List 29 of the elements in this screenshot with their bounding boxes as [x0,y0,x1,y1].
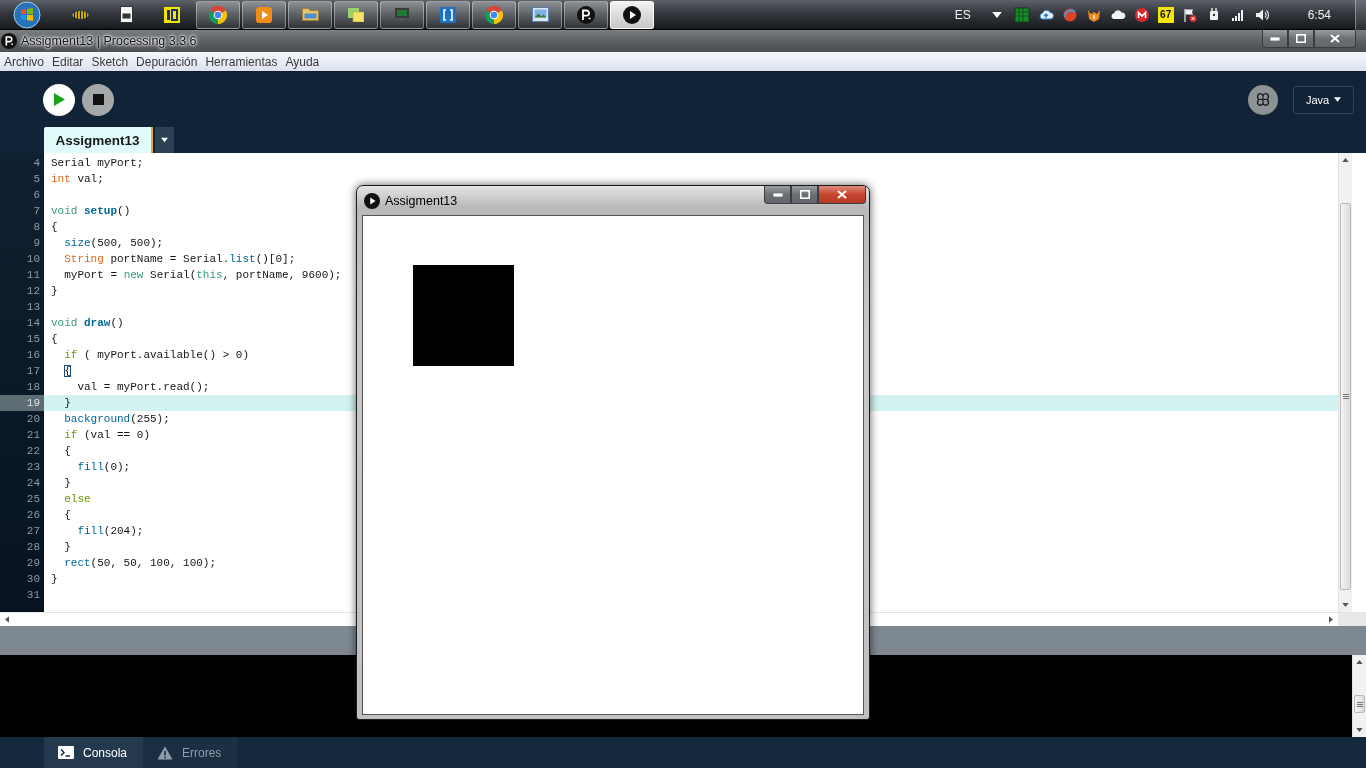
line-number: 25 [25,492,41,507]
line-number: 26 [25,508,41,523]
line-number: 5 [32,172,41,187]
line-number: 4 [32,156,41,171]
line-number: 8 [32,220,41,235]
line-number: 9 [32,236,41,251]
line-number: 17 [25,364,41,379]
line-number: 30 [25,572,41,587]
line-number: 24 [25,476,41,491]
line-number: 20 [25,412,41,427]
line-number: 21 [25,428,41,443]
window-title: Assigment13 | Processing 3.3.6 [21,34,197,48]
line-number: 7 [32,204,41,219]
line-number: 10 [25,252,41,267]
line-number: 12 [25,284,41,299]
line-number: 13 [25,300,41,315]
line-number: 28 [25,540,41,555]
line-number: 16 [25,348,41,363]
line-number: 15 [25,332,41,347]
line-number: 19 [0,395,44,411]
line-number: 22 [25,444,41,459]
line-number: 29 [25,556,41,571]
line-number: 14 [25,316,41,331]
line-number: 11 [25,268,41,283]
line-number: 27 [25,524,41,539]
line-number: 23 [25,460,41,475]
line-number: 31 [25,588,41,603]
line-number: 18 [25,380,41,395]
line-number: 6 [32,188,41,203]
